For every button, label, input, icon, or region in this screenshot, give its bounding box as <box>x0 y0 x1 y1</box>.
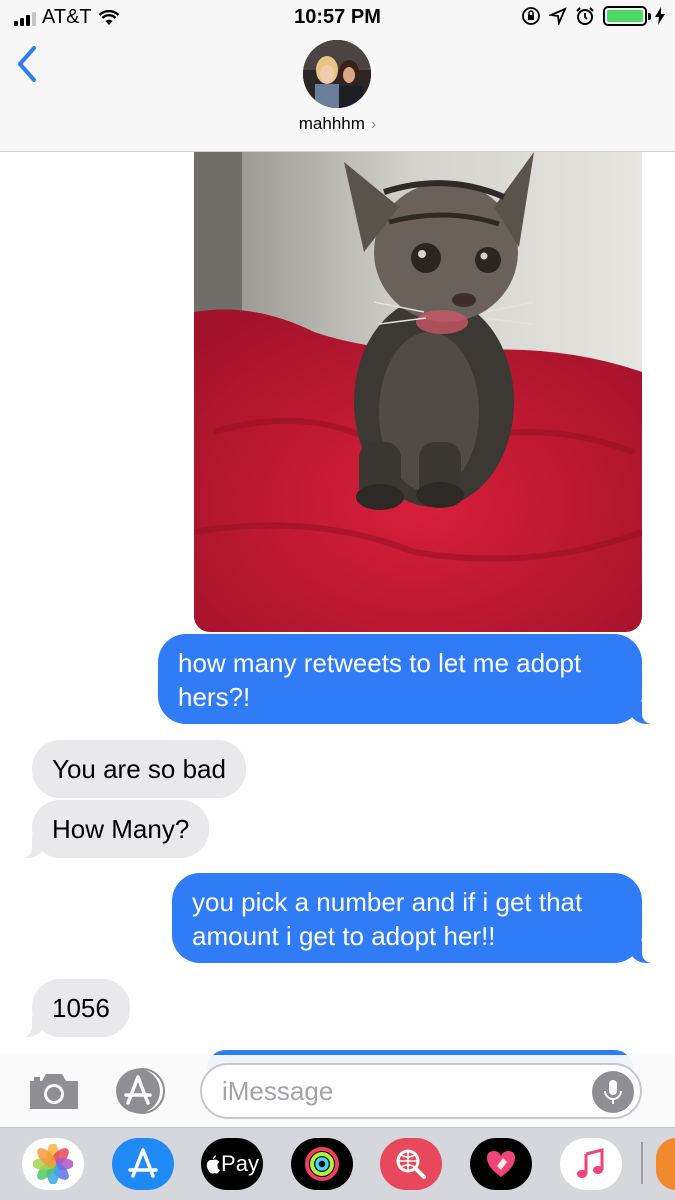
music-app-button[interactable] <box>560 1138 622 1190</box>
apple-pay-label: Pay <box>221 1151 259 1176</box>
drawer-divider <box>641 1142 643 1184</box>
message-text: how many retweets to let me adopt hers?! <box>178 648 582 712</box>
app-store-icon <box>116 1068 165 1114</box>
location-icon <box>549 7 567 25</box>
activity-icon <box>305 1147 339 1181</box>
sent-message-bubble[interactable]: you pick a number and if i get that amou… <box>172 873 658 963</box>
message-text: 1056 <box>52 993 110 1023</box>
input-placeholder: iMessage <box>222 1076 334 1106</box>
kitten-photo-message[interactable] <box>194 152 642 632</box>
digital-touch-app-button[interactable] <box>470 1138 532 1190</box>
apple-logo-icon <box>206 1155 221 1174</box>
microphone-icon <box>604 1080 622 1104</box>
compose-bar: iMessage <box>0 1055 675 1127</box>
status-icons <box>521 6 665 26</box>
contact-name-button[interactable]: mahhhm › <box>0 114 675 134</box>
charging-icon <box>655 7 665 25</box>
sent-message-bubble[interactable]: how many retweets to let me adopt hers?! <box>158 634 658 724</box>
message-text: How Many? <box>52 814 190 844</box>
orientation-lock-icon <box>522 7 540 25</box>
camera-button[interactable] <box>26 1069 82 1113</box>
camera-icon <box>30 1074 78 1109</box>
alarm-icon <box>576 7 594 25</box>
apple-pay-app-button[interactable]: Pay <box>201 1138 263 1190</box>
chevron-left-icon <box>18 46 36 82</box>
music-icon <box>577 1148 604 1178</box>
photos-icon <box>33 1144 73 1184</box>
partial-app-button[interactable] <box>656 1138 675 1190</box>
web-search-app-button[interactable] <box>380 1138 442 1190</box>
digital-touch-icon <box>487 1151 515 1177</box>
battery-icon <box>603 6 651 26</box>
activity-app-button[interactable] <box>291 1138 353 1190</box>
status-bar: AT&T 10:57 PM <box>0 0 675 36</box>
received-message-bubble[interactable]: 1056 <box>16 979 130 1037</box>
received-message-bubble[interactable]: You are so bad <box>32 740 246 798</box>
contact-avatar[interactable] <box>303 40 371 108</box>
imessage-input[interactable]: iMessage <box>200 1063 642 1119</box>
app-drawer: Pay <box>0 1127 675 1200</box>
web-search-icon <box>396 1149 426 1179</box>
back-button[interactable] <box>14 44 54 88</box>
received-message-bubble[interactable]: How Many? <box>15 800 210 858</box>
conversation-header: mahhhm › <box>0 36 675 152</box>
chevron-right-icon: › <box>370 116 377 133</box>
app-store-icon <box>128 1148 158 1178</box>
apps-button[interactable] <box>112 1067 172 1115</box>
message-text: you pick a number and if i get that amou… <box>192 887 583 951</box>
message-text: You are so bad <box>52 754 226 784</box>
app-store-app-button[interactable] <box>112 1138 174 1190</box>
photos-app-button[interactable] <box>22 1138 84 1190</box>
contact-name: mahhhm <box>298 114 365 133</box>
microphone-button[interactable] <box>592 1071 634 1113</box>
